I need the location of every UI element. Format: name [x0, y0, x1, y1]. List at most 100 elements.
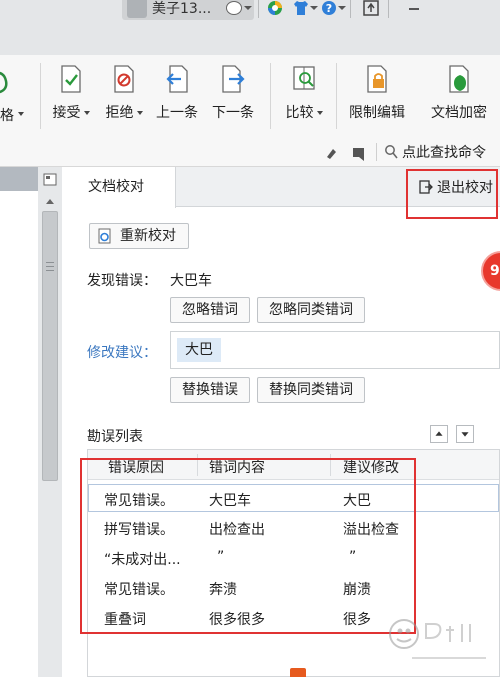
table-row[interactable]: “未成对出... ” ”	[88, 544, 499, 572]
accept-label: 接受	[52, 105, 81, 121]
previous-change-icon	[166, 65, 188, 93]
encrypt-doc-button[interactable]: 文档加密	[427, 65, 491, 125]
table-row[interactable]: 常见错误。 奔溃 崩溃	[88, 574, 499, 602]
recheck-label: 重新校对	[120, 228, 176, 244]
reject-doc-icon	[114, 65, 134, 93]
column-header: 错词内容	[209, 460, 265, 476]
recheck-icon	[98, 228, 111, 244]
document-scrollbar[interactable]	[38, 167, 62, 677]
title-divider	[350, 0, 351, 18]
review-ribbon: 格 接受 拒绝 上一条 下一条 比较 限制编辑 文档加密 点此查找命令	[0, 55, 500, 167]
previous-change-label: 上一条	[156, 105, 198, 121]
exit-proofread-label: 退出校对	[437, 180, 493, 196]
format-button-partial[interactable]: 格	[0, 105, 14, 125]
crown-icon[interactable]	[226, 1, 242, 15]
proofread-pane: 文档校对 退出校对 重新校对 发现错误： 大巴车 忽略错词 忽略同类错词 修改建…	[62, 167, 500, 677]
error-list-header: 错误原因 错词内容 建议修改	[88, 450, 499, 480]
error-word: 奔溃	[209, 582, 237, 598]
compare-dropdown-icon[interactable]	[316, 111, 323, 115]
error-word: 大巴车	[209, 493, 251, 509]
previous-change-button[interactable]: 上一条	[154, 65, 200, 125]
move-down-icon[interactable]	[456, 425, 474, 443]
minimize-icon[interactable]	[405, 0, 423, 16]
next-change-button[interactable]: 下一条	[210, 65, 256, 125]
replace-error-button[interactable]: 替换错误	[170, 377, 250, 403]
ignore-error-button[interactable]: 忽略错词	[170, 297, 250, 323]
next-change-icon	[222, 65, 245, 93]
upload-icon[interactable]	[362, 0, 380, 16]
tab-doc-proofread[interactable]: 文档校对	[62, 167, 176, 208]
ribbon-divider	[376, 143, 377, 161]
replace-similar-button[interactable]: 替换同类错词	[257, 377, 365, 403]
error-fix: ”	[349, 549, 357, 565]
column-header: 建议修改	[343, 460, 399, 476]
format-icon[interactable]	[0, 69, 12, 97]
scrollbar-thumb[interactable]	[42, 211, 58, 481]
reject-label: 拒绝	[105, 105, 134, 121]
encrypt-doc-icon	[449, 65, 469, 93]
accept-button[interactable]: 接受	[50, 65, 92, 125]
baidu-watermark-logo	[389, 619, 486, 659]
error-list-title: 勘误列表	[87, 429, 143, 445]
column-divider	[330, 454, 331, 476]
error-fix: 崩溃	[343, 582, 371, 598]
title-bar: 美子13... ?	[0, 0, 500, 55]
error-fix: 溢出检查	[343, 522, 399, 538]
shirt-icon[interactable]	[292, 0, 310, 16]
error-word: 出检查出	[209, 522, 265, 538]
ignore-similar-button[interactable]: 忽略同类错词	[257, 297, 365, 323]
scroll-grip	[46, 262, 54, 263]
scroll-grip	[46, 270, 54, 271]
error-fix: 大巴	[343, 493, 371, 509]
pane-switch-icon[interactable]	[41, 171, 59, 189]
ribbon-divider	[336, 63, 337, 129]
restrict-editing-label: 限制编辑	[349, 105, 405, 121]
column-divider	[197, 454, 198, 476]
title-divider	[388, 0, 389, 18]
ribbon-divider	[270, 63, 271, 129]
compare-label: 比较	[285, 105, 314, 121]
browser-icon[interactable]	[266, 0, 284, 16]
suggestion-label: 修改建议：	[87, 345, 157, 361]
user-avatar-icon[interactable]	[127, 0, 147, 18]
ribbon-divider	[40, 63, 41, 129]
document-edge	[0, 167, 38, 677]
recheck-button[interactable]: 重新校对	[89, 223, 189, 249]
shirt-menu-chevron-icon[interactable]	[310, 6, 318, 10]
found-error-word: 大巴车	[170, 273, 212, 289]
command-search-text[interactable]: 点此查找命令	[402, 142, 486, 162]
lock-doc-icon	[367, 65, 387, 93]
error-fix: 很多	[343, 612, 371, 628]
table-row[interactable]: 拼写错误。 出检查出 溢出检查	[88, 514, 499, 542]
help-icon[interactable]: ?	[320, 0, 338, 16]
table-row[interactable]: 常见错误。 大巴车 大巴	[88, 484, 499, 512]
marker-icon[interactable]	[324, 143, 338, 163]
exit-icon	[419, 180, 433, 194]
help-menu-chevron-icon[interactable]	[338, 6, 346, 10]
restrict-editing-button[interactable]: 限制编辑	[345, 65, 409, 125]
error-reason: 重叠词	[104, 612, 146, 628]
error-reason: 常见错误。	[104, 493, 174, 509]
found-error-label: 发现错误：	[87, 273, 157, 289]
reject-button[interactable]: 拒绝	[103, 65, 145, 125]
suggestion-chip[interactable]: 大巴	[177, 338, 221, 362]
scroll-up-icon[interactable]	[41, 193, 59, 211]
accept-dropdown-icon[interactable]	[83, 111, 90, 115]
exit-proofread-button[interactable]: 退出校对	[414, 167, 500, 207]
error-word: ”	[217, 549, 225, 565]
error-reason: 拼写错误。	[104, 522, 174, 538]
scroll-grip	[46, 266, 54, 267]
user-name[interactable]: 美子13...	[152, 0, 211, 18]
orange-corner-mark	[290, 668, 306, 677]
error-reason: “未成对出...	[104, 552, 181, 568]
sidebar-toggle-icon[interactable]	[350, 143, 368, 163]
move-up-icon[interactable]	[430, 425, 448, 443]
user-menu-chevron-icon[interactable]	[244, 6, 252, 10]
title-divider	[258, 0, 259, 18]
svg-text:?: ?	[326, 2, 332, 15]
compare-button[interactable]: 比较	[282, 65, 326, 125]
format-dropdown-icon[interactable]	[18, 112, 24, 116]
suggestion-box[interactable]: 大巴	[170, 331, 500, 369]
reject-dropdown-icon[interactable]	[136, 111, 143, 115]
search-icon[interactable]	[384, 144, 398, 160]
